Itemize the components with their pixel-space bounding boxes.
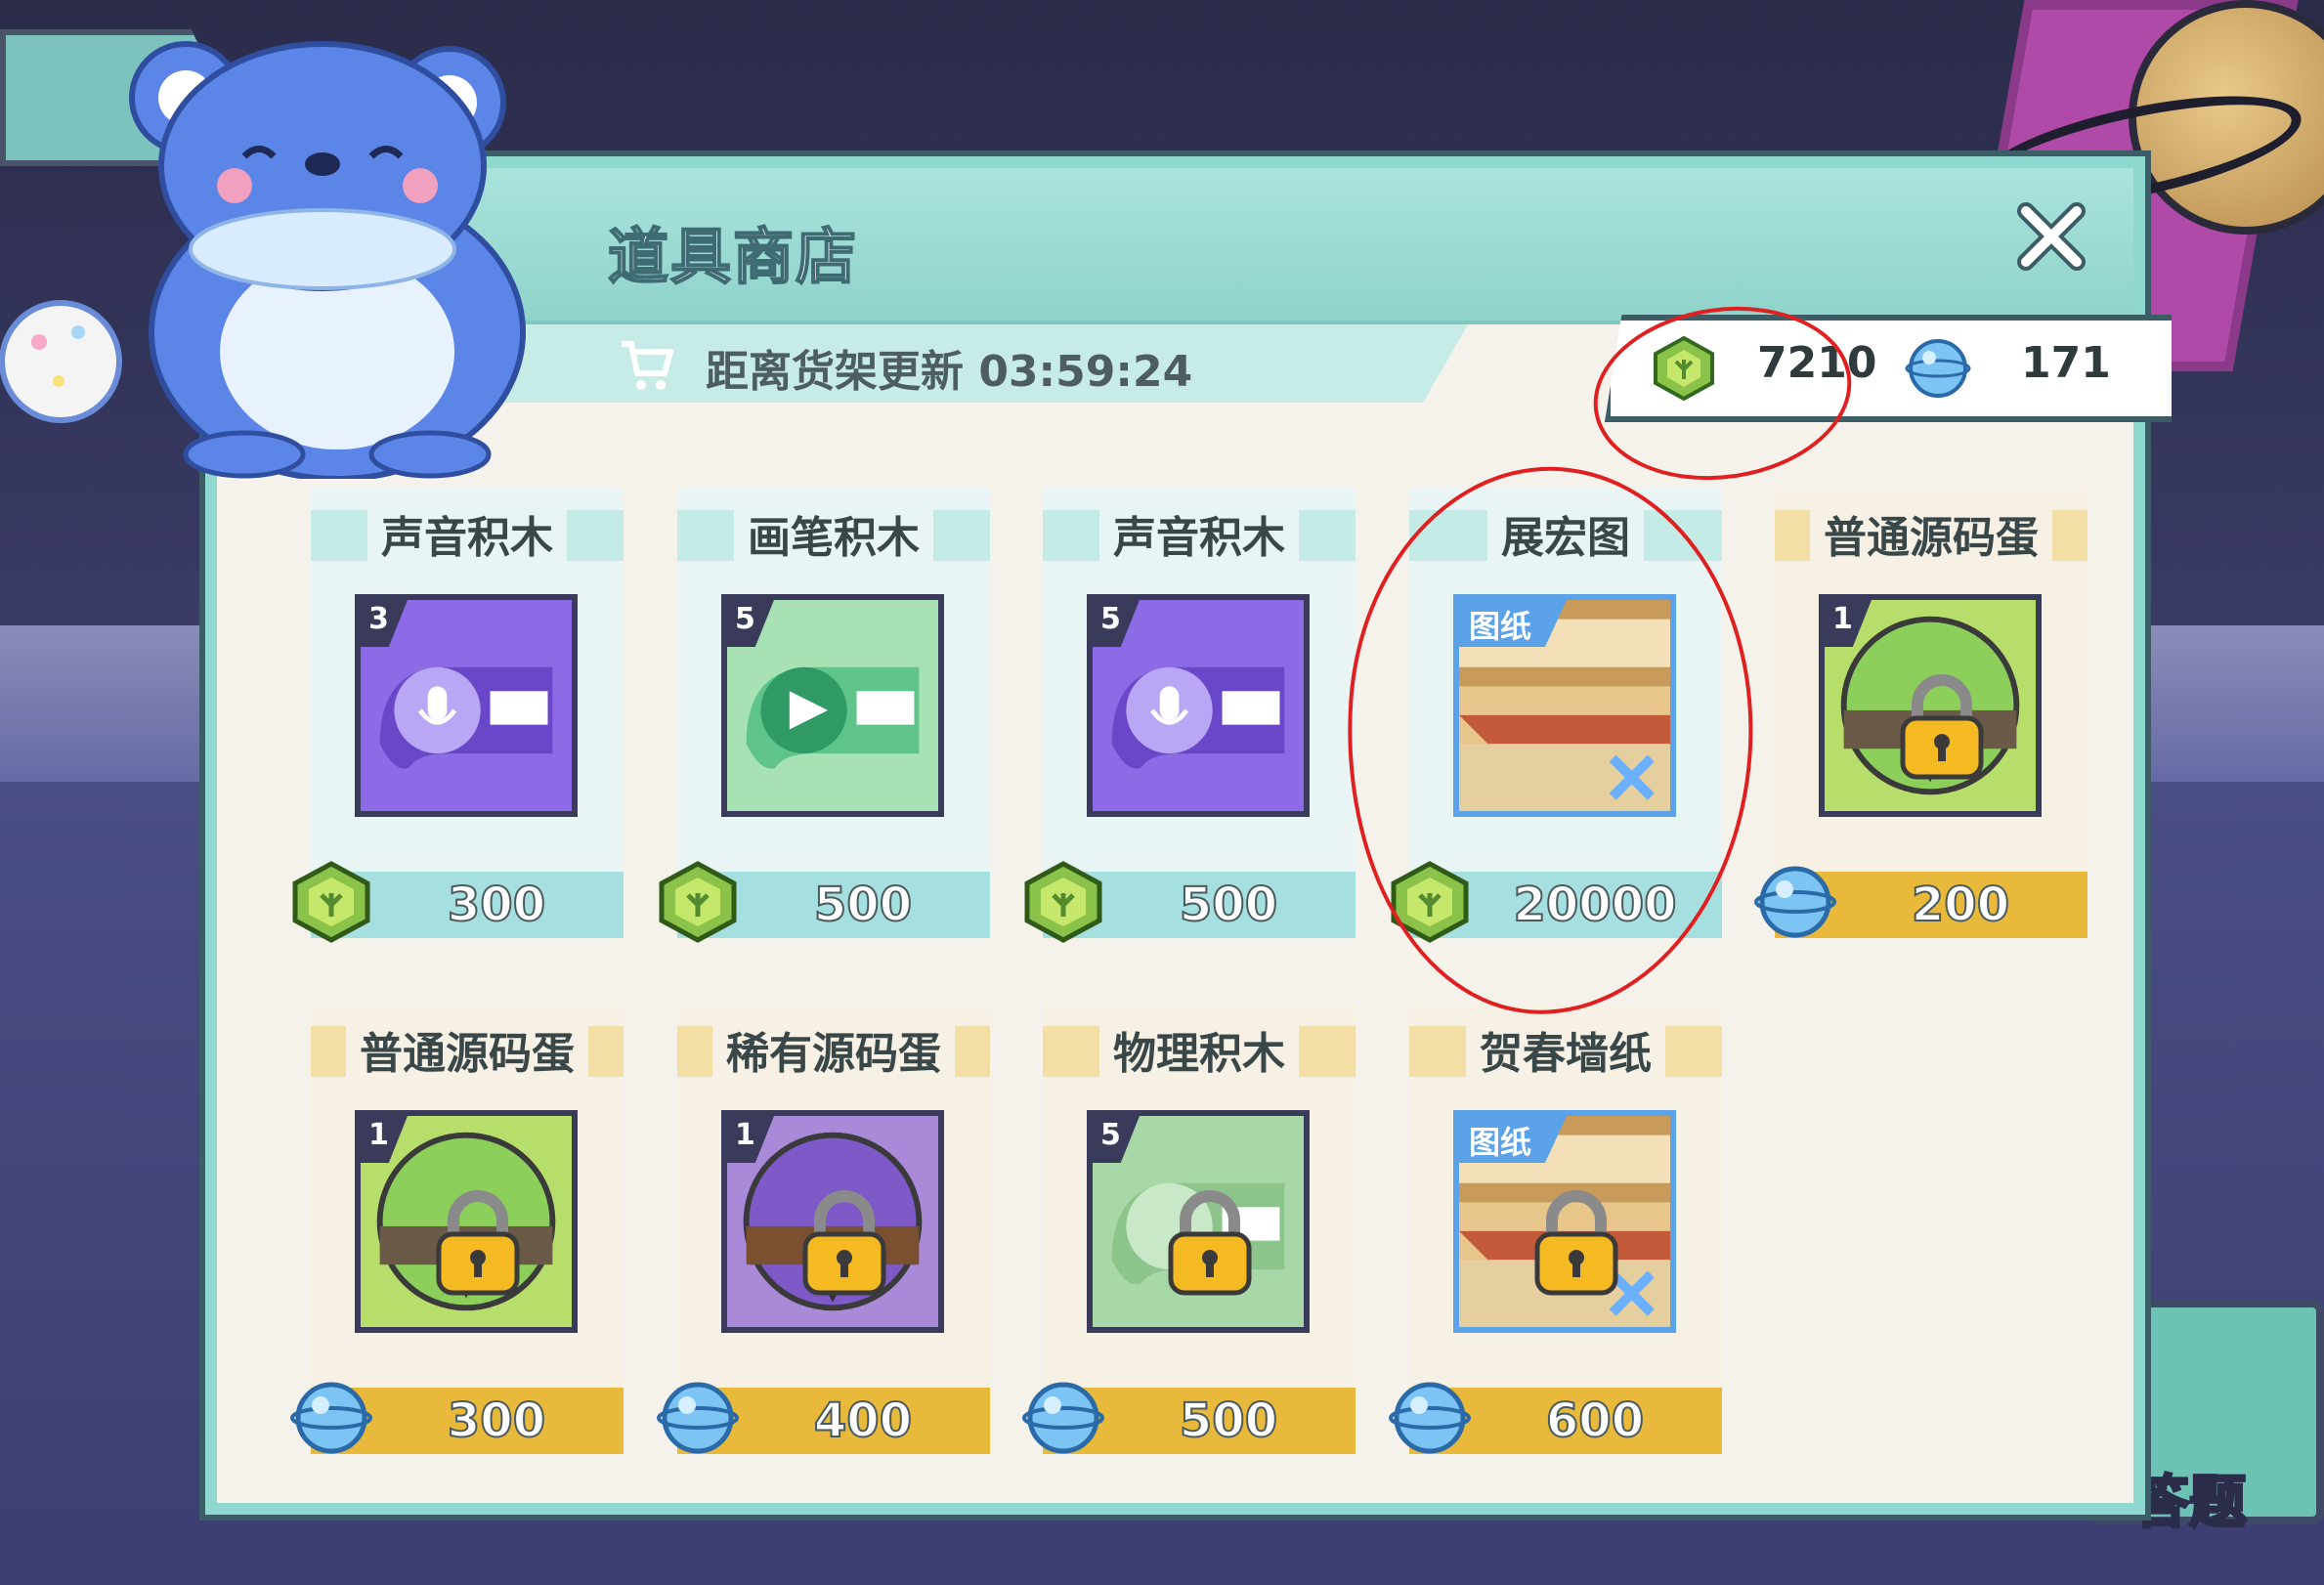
item-price: 300 [447,1392,546,1449]
green-gem-icon [289,860,373,944]
green-gem-icon [1021,860,1105,944]
lock-icon [1161,1189,1259,1297]
item-label-wrap: 稀有源码蛋 [677,1014,990,1085]
price-bar[interactable]: 300 [290,1382,624,1454]
lock-icon [1528,1189,1625,1297]
item-image[interactable]: 1 [1819,594,2042,817]
blue-orb-icon [1753,860,1837,944]
shop-item-card[interactable]: 贺春墙纸图纸 600 [1389,1005,1722,1454]
price-bar[interactable]: 300 [292,861,624,943]
price-bar[interactable]: 200 [1754,866,2087,938]
price-bar[interactable]: 500 [1024,861,1356,943]
shop-item-card[interactable]: 普通源码蛋 1 200 [1754,489,2087,938]
lock-icon [1893,673,1991,781]
green-gem-icon [656,860,740,944]
shop-item-card[interactable]: 画笔积木 5 500 [659,489,990,943]
shelf-refresh-timer: 距离货架更新 03:59:24 [706,347,1193,397]
item-label-wrap: 画笔积木 [677,498,990,569]
item-price: 200 [1911,877,2010,933]
item-image[interactable]: 5 [721,594,944,817]
page-title: 道具商店 [607,220,859,293]
item-name: 普通源码蛋 [346,1014,588,1085]
cart-icon [622,341,673,390]
blue-orb-icon [1388,1376,1472,1460]
item-label-wrap: 声音积木 [1043,498,1356,569]
item-price: 500 [813,877,913,933]
item-name: 声音积木 [1099,498,1299,569]
blue-orb-icon [1021,1376,1105,1460]
item-label-wrap: 声音积木 [311,498,624,569]
item-image[interactable]: 图纸 [1453,1110,1676,1333]
item-name: 物理积木 [1099,1014,1299,1085]
price-bar[interactable]: 600 [1389,1382,1722,1454]
shop-item-card[interactable]: 物理积木 5 500 [1022,1005,1356,1454]
blue-orb-icon [656,1376,740,1460]
item-name: 贺春墙纸 [1466,1014,1665,1085]
shop-item-card[interactable]: 声音积木 3 300 [292,489,624,943]
item-image[interactable]: 5 [1087,594,1310,817]
item-price: 500 [1179,1392,1278,1449]
price-bar[interactable]: 500 [659,861,990,943]
koala-mascot [0,41,526,479]
answer-button-label[interactable]: 答题 [2130,1456,2247,1538]
item-image[interactable]: 3 [355,594,578,817]
close-icon[interactable] [2012,197,2090,276]
item-label-wrap: 普通源码蛋 [1775,498,2087,569]
price-bar[interactable]: 500 [1022,1382,1356,1454]
price-bar[interactable]: 400 [657,1382,990,1454]
blue-orb-icon [1905,339,1971,398]
item-image[interactable]: 1 [355,1110,578,1333]
lock-icon [429,1189,527,1297]
orb-balance: 171 [2021,338,2111,388]
item-name: 画笔积木 [734,498,933,569]
blue-orb-icon [289,1376,373,1460]
item-label-wrap: 贺春墙纸 [1409,1014,1722,1085]
item-price: 500 [1179,877,1278,933]
item-name: 声音积木 [367,498,567,569]
shop-item-card[interactable]: 普通源码蛋 1 300 [290,1005,624,1454]
lock-icon [796,1189,893,1297]
item-image[interactable]: 5 [1087,1110,1310,1333]
item-name: 稀有源码蛋 [712,1014,955,1085]
item-price: 400 [813,1392,913,1449]
item-price: 600 [1545,1392,1645,1449]
item-image[interactable]: 1 [721,1110,944,1333]
item-name: 普通源码蛋 [1810,498,2052,569]
shop-item-card[interactable]: 稀有源码蛋 1 400 [657,1005,990,1454]
item-label-wrap: 普通源码蛋 [311,1014,624,1085]
item-label-wrap: 物理积木 [1043,1014,1356,1085]
shop-item-card[interactable]: 声音积木 5 500 [1024,489,1356,943]
item-price: 300 [447,877,546,933]
